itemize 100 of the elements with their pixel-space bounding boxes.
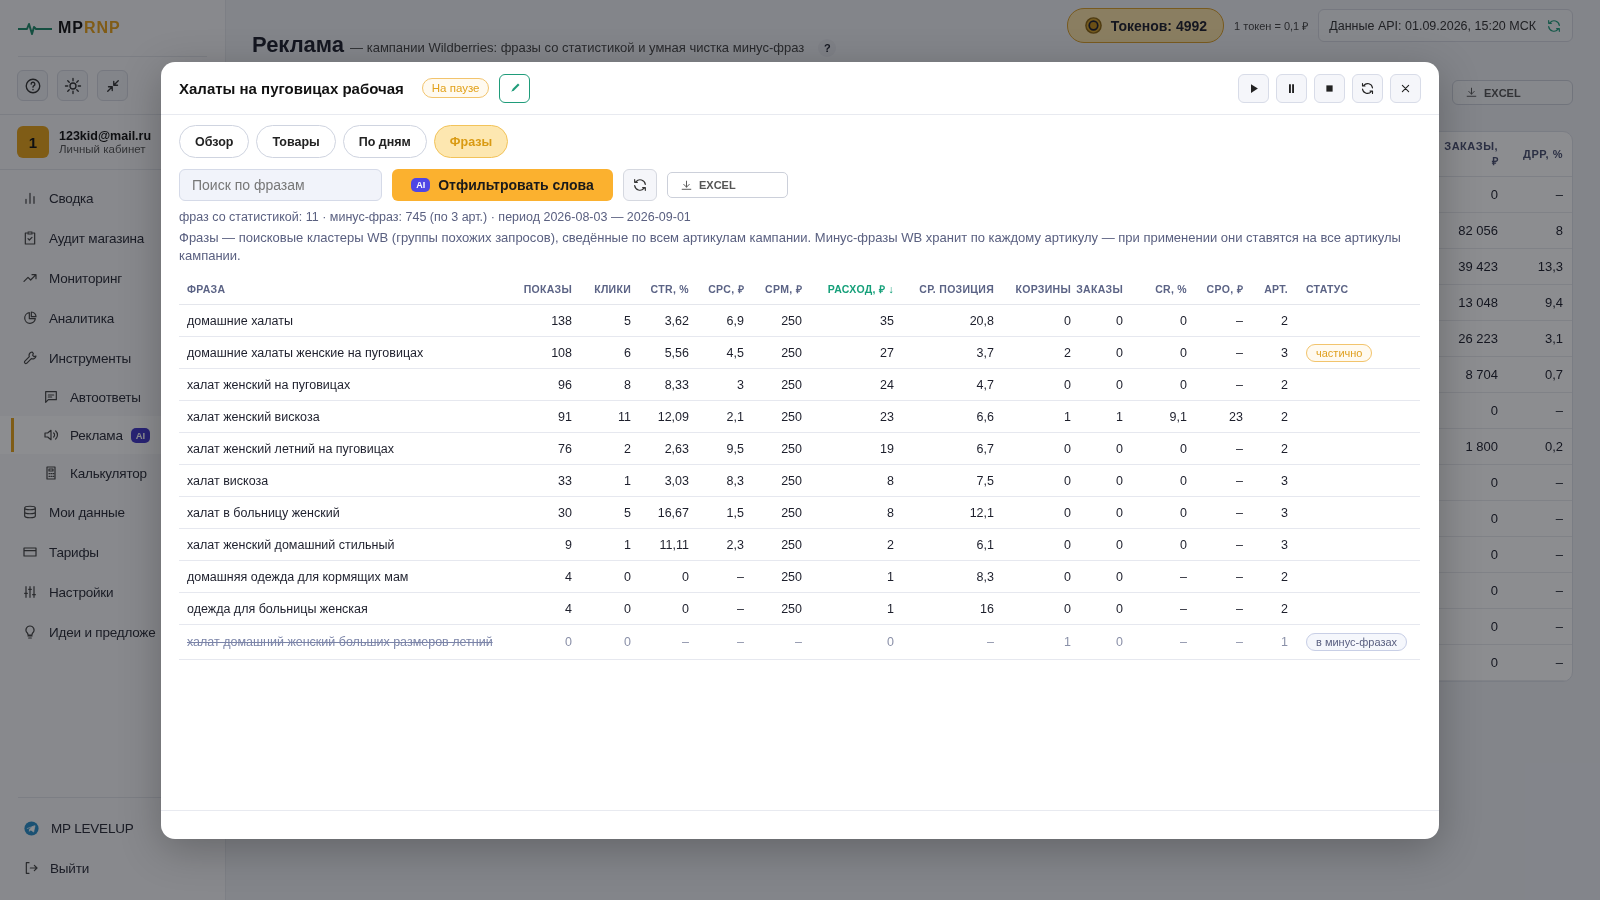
table-cell: – — [1236, 345, 1243, 360]
edit-button[interactable] — [499, 73, 531, 103]
column-header[interactable]: CPM, ₽ — [765, 282, 802, 295]
user-email: 123kid@mail.ru — [59, 129, 152, 143]
status-badge: На паузе — [421, 78, 490, 98]
table-cell: – — [987, 635, 994, 649]
play-button[interactable] — [1238, 73, 1269, 103]
table-cell: 0 — [1180, 313, 1187, 328]
table-cell: 250 — [781, 441, 802, 456]
column-header[interactable]: CTR, % — [650, 282, 689, 295]
theme-button[interactable] — [57, 70, 88, 101]
table-cell: – — [1236, 537, 1243, 552]
table-cell: – — [682, 635, 689, 649]
table-cell: 33 — [558, 473, 572, 488]
table-cell: 30 — [558, 505, 572, 520]
table-cell: 0 — [1064, 441, 1071, 456]
table-cell: домашняя одежда для кормящих мам — [187, 569, 409, 584]
table-cell: 4 — [565, 601, 572, 616]
api-status[interactable]: Данные API: 01.09.2026, 15:20 МСК — [1318, 9, 1573, 42]
table-cell: 250 — [781, 505, 802, 520]
collapse-button[interactable] — [97, 70, 128, 101]
table-cell: – — [1236, 569, 1243, 584]
table-cell: 0 — [1116, 345, 1123, 360]
table-cell: 16,67 — [657, 505, 689, 520]
table-cell: 0 — [682, 601, 689, 616]
excel-button[interactable]: EXCEL — [1452, 80, 1573, 105]
table-cell: 250 — [781, 345, 802, 360]
refresh-icon — [1546, 17, 1562, 34]
table-cell: 2 — [1281, 601, 1288, 616]
logout-link[interactable]: Выйти — [18, 848, 207, 888]
table-cell: 0 — [1116, 569, 1123, 584]
column-header[interactable]: РАСХОД, ₽ ↓ — [827, 282, 894, 295]
table-cell: 250 — [781, 377, 802, 392]
refresh-button[interactable] — [1352, 73, 1383, 103]
table-cell: 0 — [1180, 537, 1187, 552]
search-field[interactable]: Поиск по фразам — [179, 169, 382, 201]
table-cell: – — [1180, 635, 1187, 649]
table-cell: 2 — [1281, 441, 1288, 456]
column-header[interactable]: CPO, ₽ — [1206, 282, 1243, 295]
table-cell: 0 — [1116, 505, 1123, 520]
column-header[interactable]: СТАТУС — [1306, 282, 1349, 295]
telegram-icon — [23, 819, 40, 837]
table-cell: 0 — [1180, 441, 1187, 456]
column-header[interactable]: КОРЗИНЫ — [1015, 282, 1071, 295]
logo-text: MPRNP — [58, 19, 121, 37]
table-cell: 9,1 — [1169, 409, 1187, 424]
table-cell: 19 — [880, 441, 894, 456]
pause-button[interactable] — [1276, 73, 1307, 103]
table-cell: 3 — [1281, 537, 1288, 552]
table-cell: 12,1 — [969, 505, 994, 520]
table-cell: 6,9 — [726, 313, 744, 328]
table-cell: 1 — [887, 569, 894, 584]
page-subtitle: — кампании Wildberries: фразы со статистикой и умная чистка минус-фраз — [350, 40, 805, 55]
tokens-badge[interactable]: Токенов: 4992 — [1066, 8, 1225, 43]
stop-button[interactable] — [1314, 73, 1345, 103]
help-button[interactable]: ? — [818, 39, 837, 57]
table-cell: 20,8 — [969, 313, 994, 328]
refresh-button[interactable] — [623, 169, 657, 201]
tab[interactable]: Товары — [256, 125, 336, 158]
table-cell: 250 — [781, 409, 802, 424]
table-cell: – — [1180, 569, 1187, 584]
column-header[interactable]: СР. ПОЗИЦИЯ — [919, 282, 994, 295]
table-cell: – — [1236, 313, 1243, 328]
excel-button[interactable]: EXCEL — [667, 172, 788, 198]
table-cell: 250 — [781, 313, 802, 328]
table-cell: 0 — [1180, 345, 1187, 360]
column-header[interactable]: ПОКАЗЫ — [523, 282, 572, 295]
table-cell: – — [737, 635, 744, 649]
table-cell: 2 — [887, 537, 894, 552]
table-cell: 1 — [624, 473, 631, 488]
table-cell: 0 — [887, 635, 894, 649]
column-header[interactable]: ФРАЗА — [187, 282, 226, 295]
column-header[interactable]: CPC, ₽ — [708, 282, 744, 295]
table-cell: 3 — [1281, 505, 1288, 520]
table-cell: – — [1236, 505, 1243, 520]
table-cell: 2 — [1064, 345, 1071, 360]
help-button[interactable] — [17, 70, 48, 101]
telegram-link[interactable]: MP LEVELUP — [18, 808, 207, 848]
table-cell: 8,3 — [976, 569, 994, 584]
refresh-icon — [1360, 80, 1375, 96]
table-cell: 2 — [1281, 569, 1288, 584]
table-cell: – — [1180, 601, 1187, 616]
column-header: ЗАКАЗЫ, ₽ — [1443, 139, 1498, 169]
token-rate: 1 токен = 0,1 ₽ — [1234, 19, 1309, 33]
table-cell: 0 — [1116, 377, 1123, 392]
column-header: ДРР, % — [1522, 147, 1563, 162]
sliders-icon — [22, 584, 38, 600]
column-header[interactable]: АРТ. — [1264, 282, 1288, 295]
tab[interactable]: По дням — [342, 125, 427, 158]
sun-icon — [63, 76, 82, 95]
table-cell: 6,1 — [976, 537, 994, 552]
column-header[interactable]: КЛИКИ — [594, 282, 631, 295]
table-cell: 0 — [1490, 583, 1498, 598]
tab[interactable]: Обзор — [179, 125, 250, 158]
column-header[interactable]: ЗАКАЗЫ — [1076, 282, 1123, 295]
table-cell: 4,7 — [976, 377, 994, 392]
table-cell: 0 — [565, 635, 572, 649]
column-header[interactable]: CR, % — [1155, 282, 1187, 295]
filter-button[interactable]: AI Отфильтровать слова — [392, 169, 613, 201]
table-cell: 0 — [1490, 655, 1498, 670]
